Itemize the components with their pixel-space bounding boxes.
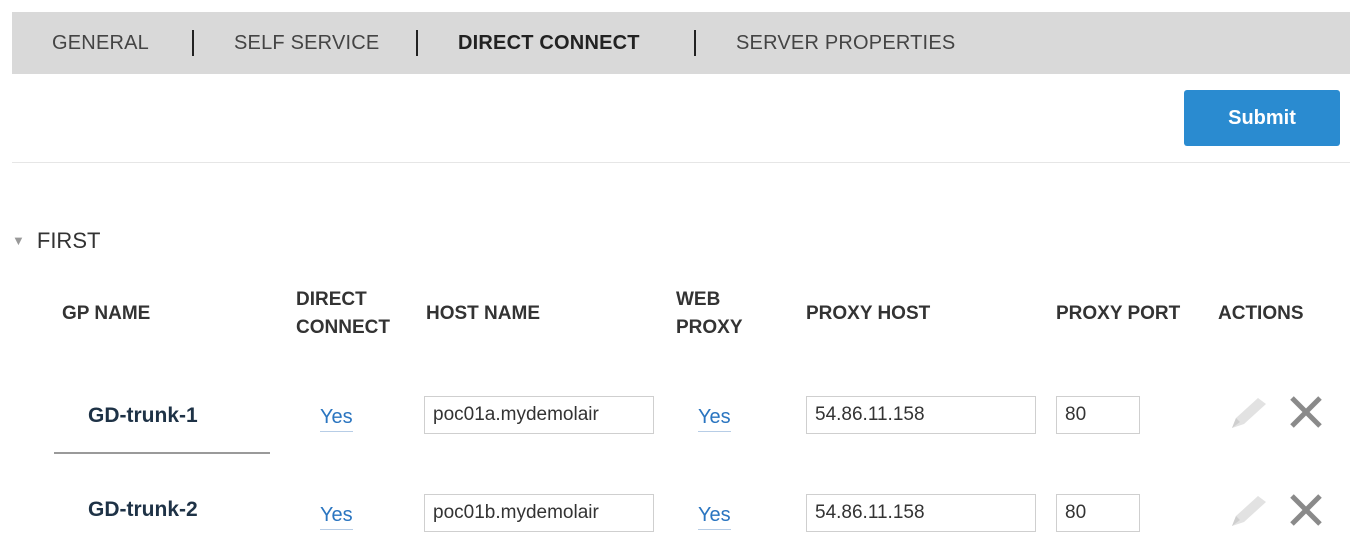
direct-connect-link[interactable]: Yes [320,504,353,530]
column-header-gp-name: GP NAME [62,303,151,324]
web-proxy-link[interactable]: Yes [698,504,731,530]
column-header-direct-connect-line2: CONNECT [296,317,390,338]
column-header-proxy-host: PROXY HOST [806,303,931,324]
triangle-down-icon[interactable]: ▼ [12,233,25,248]
tab-separator [416,30,418,56]
pencil-icon[interactable] [1228,394,1270,432]
column-header-host-name: HOST NAME [426,303,540,324]
tab-bar: GENERAL SELF SERVICE DIRECT CONNECT SERV… [12,12,1350,74]
tab-server-properties[interactable]: SERVER PROPERTIES [736,12,955,74]
submit-button[interactable]: Submit [1184,90,1340,146]
column-header-proxy-port: PROXY PORT [1056,303,1181,324]
tab-general[interactable]: GENERAL [52,12,149,74]
tab-separator [694,30,696,56]
close-icon[interactable] [1288,394,1324,430]
column-header-direct-connect: DIRECT CONNECT [296,286,390,342]
tab-self-service[interactable]: SELF SERVICE [234,12,379,74]
active-tab-indicator [540,62,568,74]
section-title: FIRST [36,228,101,253]
web-proxy-link[interactable]: Yes [698,406,731,432]
proxy-host-input[interactable]: 54.86.11.158 [806,494,1036,532]
direct-connect-link[interactable]: Yes [320,406,353,432]
gp-name-cell: GD-trunk-2 [88,498,198,521]
proxy-port-input[interactable]: 80 [1056,396,1140,434]
divider [12,162,1350,163]
gp-name-cell: GD-trunk-1 [88,404,198,427]
proxy-port-input[interactable]: 80 [1056,494,1140,532]
pencil-icon[interactable] [1228,492,1270,530]
close-icon[interactable] [1288,492,1324,528]
column-header-actions: ACTIONS [1218,303,1304,324]
proxy-host-input[interactable]: 54.86.11.158 [806,396,1036,434]
column-header-direct-connect-line1: DIRECT [296,289,367,310]
host-name-input[interactable]: poc01b.mydemolair [424,494,654,532]
column-header-web-proxy-line2: PROXY [676,317,743,338]
column-header-web-proxy: WEB PROXY [676,286,743,342]
host-name-input[interactable]: poc01a.mydemolair [424,396,654,434]
section-header-first[interactable]: ▼ FIRST [12,228,100,254]
column-header-web-proxy-line1: WEB [676,289,721,310]
tab-separator [192,30,194,56]
row-selected-indicator [54,452,270,454]
